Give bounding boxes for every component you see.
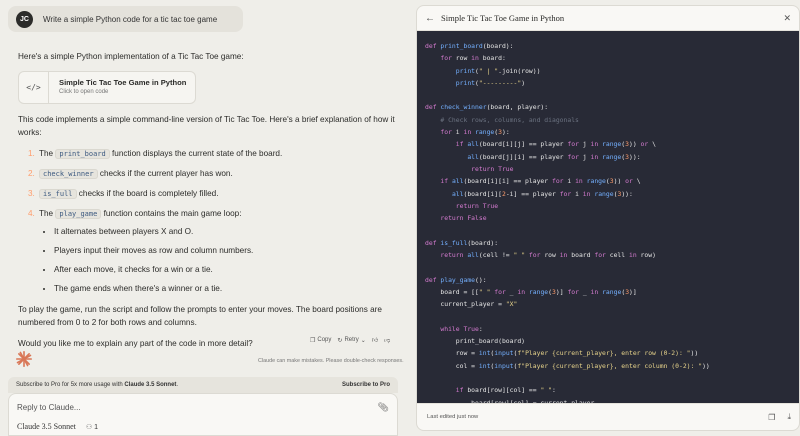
list-item: 4. The play_game function contains the ma… [28,207,398,295]
panel-header: ← Simple Tic Tac Toe Game in Python ✕ [417,6,799,31]
chevron-down-icon: ⌄ [360,337,366,344]
artifact-card[interactable]: </> Simple Tic Tac Toe Game in Python Cl… [18,71,196,104]
code-line: return True [455,201,499,210]
sub-list: It alternates between players X and O. P… [28,225,398,295]
code-line: all(board[j][i] == player for j in range… [467,152,641,161]
code-line: for row in board: [440,54,506,63]
code-line: return all(cell != " " for row in board … [440,251,656,260]
copy-icon: ❐ [310,337,316,344]
code-line: if all(board[i][i] == player for i in ra… [440,177,641,186]
list-item: After each move, it checks for a win or … [54,263,398,276]
reply-input[interactable]: Reply to Claude... [17,403,81,412]
model-selector[interactable]: Claude 3.5 Sonnet [17,422,76,431]
reply-composer[interactable]: Reply to Claude... 📎︎ Claude 3.5 Sonnet … [8,393,398,436]
retry-button[interactable]: ↻ Retry ⌄ [337,337,365,344]
code-line: def play_game(): [425,275,487,284]
code-line: board = [[" " for _ in range(3)] for _ i… [425,287,637,296]
close-icon[interactable]: ✕ [783,13,791,24]
copy-button[interactable]: ❐ Copy [310,337,331,344]
subscribe-pro-link[interactable]: Subscribe to Pro [342,382,390,388]
code-line: col = int(input(f"Player {current_player… [425,361,710,370]
response-intro: Here's a simple Python implementation of… [18,52,244,61]
list-item: The game ends when there's a winner or a… [54,282,398,295]
retry-icon: ↻ [337,337,343,344]
steps-list: 1. The print_board function displays the … [18,147,398,295]
code-line: for i in range(3): [440,128,510,137]
assistant-response: Here's a simple Python implementation of… [18,50,398,358]
disclaimer: Claude can make mistakes. Please double-… [258,358,404,364]
thumbs-down-button[interactable]: 👎︎ [384,336,390,344]
code-line: return True [471,164,514,173]
list-item: 2. check_winner checks if the current pla… [28,169,233,179]
thumbs-down-icon: 👎︎ [384,338,391,344]
claude-logo-icon [15,350,33,368]
paperclip-icon[interactable]: 📎︎ [378,402,389,413]
chat-column: JC Write a simple Python code for a tic … [0,0,406,436]
inline-code: check_winner [39,169,98,179]
code-line: # Check rows, columns, and diagonals [440,115,579,124]
list-item: Players input their moves as row and col… [54,244,398,257]
code-line: def is_full(board): [425,238,499,247]
code-line: if board[row][col] == " ": [455,386,556,395]
last-edited: Last edited just now [427,414,479,420]
avatar: JC [16,10,33,28]
panel-title: Simple Tic Tac Toe Game in Python [441,13,565,23]
user-message-text: Write a simple Python code for a tic tac… [43,14,218,24]
code-editor[interactable]: def print_board(board): for row in board… [417,31,799,404]
thumbs-up-button[interactable]: 👍︎ [372,336,378,344]
code-line: print_board(board) [425,337,526,346]
code-line: def check_winner(board, player): [425,103,549,112]
style-count[interactable]: ⚇ 1 [86,423,98,431]
back-arrow-icon[interactable]: ← [425,13,441,24]
list-item: It alternates between players X and O. [54,225,398,238]
code-line: while True: [440,324,483,333]
code-line: def print_board(board): [425,42,514,50]
message-actions: ❐ Copy ↻ Retry ⌄ 👍︎ 👎︎ [310,336,390,344]
download-icon[interactable]: ⤓ [787,412,791,422]
code-line: print(" | ".join(row)) [455,66,541,75]
list-item: 1. The print_board function displays the … [28,149,283,159]
artifact-title: Simple Tic Tac Toe Game in Python [59,78,187,87]
code-line: return False [440,214,487,223]
code-icon: </> [19,72,49,103]
subscribe-text: Subscribe to Pro for 5x more usage with … [16,382,179,388]
list-item: 3. is_full checks if the board is complet… [28,189,219,199]
inline-code: print_board [55,149,110,159]
artifact-subtitle: Click to open code [59,89,109,95]
response-explanation: This code implements a simple command-li… [18,115,395,137]
thumbs-up-icon: 👍︎ [371,338,379,344]
code-line: if all(board[i][j] == player for j in ra… [455,140,656,149]
response-outro: To play the game, run the script and fol… [18,305,382,327]
artifact-panel: ← Simple Tic Tac Toe Game in Python ✕ de… [416,5,800,431]
person-icon: ⚇ [85,423,93,431]
code-line: current_player = "X" [425,300,518,309]
user-message: JC Write a simple Python code for a tic … [8,6,243,32]
code-line: print("---------") [455,78,526,87]
inline-code: play_game [55,209,102,219]
copy-icon[interactable]: ❐ [768,413,775,422]
code-line: row = int(input(f"Player {current_player… [425,349,699,358]
subscribe-banner: Subscribe to Pro for 5x more usage with … [8,377,398,393]
inline-code: is_full [39,189,77,199]
code-line: all(board[i][2-i] == player for i in ran… [451,189,633,198]
panel-footer: Last edited just now ❐ ⤓ [417,403,799,430]
